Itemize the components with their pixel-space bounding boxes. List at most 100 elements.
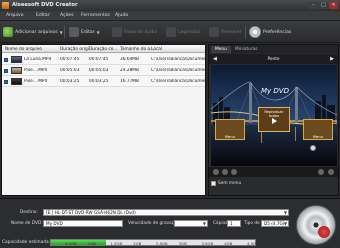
capacity-bar: 0.5GB 1GB 1.5GB 2GB 2.5GB 3GB 3.5GB 4GB 4.5GB [50, 239, 259, 246]
speed-label: Velocidade de gravação: [128, 221, 181, 226]
cut-duration: 00:05:03 [89, 68, 109, 73]
destination-value: [E:] HL-DT-ST DVD-RW GSA-H62N DL (Dvd) [46, 210, 136, 215]
file-size: 16.77MB [120, 79, 139, 84]
chevron-down-icon[interactable]: ▼ [284, 210, 287, 215]
row-checkbox[interactable] [4, 68, 8, 73]
audio-track-button[interactable]: Faixa de áudio [112, 25, 157, 39]
tab-thumbnails[interactable]: Miniaturas [231, 46, 262, 53]
volume-name-input[interactable]: My DVD [43, 220, 123, 227]
copies-stepper[interactable]: 1 [227, 220, 241, 227]
edit-label: Editar [81, 29, 95, 35]
menu-actions[interactable]: Ações [60, 13, 74, 18]
cut-duration: 00:07:45 [89, 57, 109, 62]
column-header-location[interactable]: Local [151, 47, 162, 52]
tab-menu[interactable]: Menu [211, 46, 231, 53]
audio-track-icon [112, 27, 122, 37]
menu-button-right[interactable]: Menu [303, 119, 333, 140]
destination-select[interactable]: [E:] HL-DT-ST DVD-RW GSA-H62N DL (Dvd) ▼ [43, 209, 289, 216]
capacity-tick-label: 2GB [133, 241, 142, 246]
column-header-name[interactable]: Nome do arquivo [5, 47, 42, 52]
subtitles-label: Legendas [178, 29, 201, 35]
subtitles-button[interactable]: Legendas [166, 25, 200, 39]
no-menu-checkbox[interactable] [211, 181, 216, 186]
next-template-icon[interactable]: ▶ [330, 56, 334, 62]
file-location: C:\Users\Bianca\Document... [151, 57, 205, 62]
chevron-down-icon[interactable]: ▼ [97, 30, 100, 35]
capacity-tick-label: 3.5GB [201, 241, 214, 246]
subtitle-icon [166, 27, 176, 37]
edit-button[interactable]: Editar ▼ [69, 25, 100, 39]
column-header-cut-duration[interactable]: Duração co... [89, 47, 117, 52]
table-row[interactable]: Pixe....MP4 00:05:03 00:05:03 24.28MB C:… [2, 65, 205, 76]
capacity-tick-label: 4GB [224, 241, 233, 246]
disc-type-select[interactable]: D5 (4.7G) ▼ [261, 220, 289, 227]
menu-button-center[interactable]: Reproduzir todos [258, 107, 290, 132]
capacity-fill [51, 240, 107, 245]
close-icon[interactable]: ✕ [329, 2, 338, 9]
play-icon[interactable] [213, 169, 219, 175]
capacity-tick-label: 1.5GB [110, 241, 123, 246]
menu-tools[interactable]: Ferramentas [81, 13, 110, 18]
video-thumbnail [11, 78, 22, 85]
menu-file[interactable]: Arquivo [6, 13, 24, 18]
preferences-label: Preferências [263, 29, 292, 35]
file-location: C:\Users\Bianca\Document... [151, 79, 205, 84]
menu-preview[interactable]: My DVD Menu Reproduzir todos Menu [211, 65, 337, 166]
add-files-button[interactable]: Adicionar arquivos ▼ [3, 25, 63, 39]
menu-button-label: Reproduzir todos [264, 110, 284, 118]
audio-track-label: Faixa de áudio [124, 29, 158, 35]
file-name: Pixe....MP4 [24, 68, 48, 73]
file-location: C:\Users\Bianca\Document... [151, 68, 205, 73]
chevron-down-icon[interactable]: ▼ [203, 221, 206, 226]
preferences-button[interactable]: Preferências [249, 25, 291, 39]
play-icon [272, 118, 277, 124]
burn-icon [318, 226, 330, 238]
menu-edit[interactable]: Editar [36, 13, 50, 18]
volume-icon[interactable] [231, 169, 237, 175]
orig-duration: 00:07:45 [60, 57, 80, 62]
speed-select[interactable]: ▼ [174, 220, 208, 227]
template-name: Ponte [267, 56, 280, 62]
table-row[interactable]: Pixe....MP4 00:03:25 00:03:25 16.77MB C:… [2, 76, 205, 87]
add-files-label: Adicionar arquivos [15, 29, 58, 35]
toolbar-divider [245, 26, 246, 38]
remove-icon [209, 27, 219, 37]
row-checkbox[interactable] [4, 57, 8, 62]
burn-settings: Destino: [E:] HL-DT-ST DVD-RW GSA-H62N D… [0, 198, 340, 248]
menu-help[interactable]: Ajuda [115, 13, 128, 18]
remove-button[interactable]: Remover [209, 25, 242, 39]
file-list-header: Nome do arquivo Duração origi... Duração… [2, 45, 205, 53]
table-row[interactable]: La Luna.MP4 00:07:45 00:07:45 36.64MB C:… [2, 54, 205, 65]
stop-icon[interactable] [222, 169, 228, 175]
menu-button-left[interactable]: Menu [215, 119, 245, 140]
row-checkbox[interactable] [4, 79, 8, 84]
video-thumbnail [11, 56, 22, 63]
add-file-icon [3, 27, 13, 37]
maximize-icon[interactable]: □ [319, 2, 328, 9]
cut-duration: 00:03:25 [89, 79, 109, 84]
menu-button-label: Menu [224, 134, 236, 139]
edit-icon [69, 27, 79, 37]
copies-value: 1 [230, 221, 233, 226]
file-size: 24.28MB [120, 68, 139, 73]
capacity-tick-label: 1GB [87, 241, 96, 246]
capacity-tick-label: 2.5GB [156, 241, 168, 246]
no-menu-option[interactable]: Sem menu [211, 181, 241, 186]
minimize-icon[interactable]: – [309, 2, 318, 9]
file-size: 36.64MB [120, 57, 139, 62]
window-title: Aiseesoft DVD Creator [12, 2, 78, 8]
settings-icon[interactable] [328, 169, 334, 175]
file-name: La Luna.MP4 [24, 57, 52, 62]
chevron-down-icon[interactable]: ▼ [284, 221, 287, 226]
chevron-down-icon[interactable]: ▼ [60, 30, 63, 35]
edit-menu-icon[interactable] [318, 169, 324, 175]
title-bar: Aiseesoft DVD Creator – □ ✕ [0, 0, 340, 11]
column-header-size[interactable]: Tamanho do a... [120, 47, 154, 52]
no-menu-label: Sem menu [218, 181, 242, 186]
burn-disc-button[interactable] [296, 205, 336, 245]
volume-label: Nome de DVD: [11, 221, 43, 226]
menu-panel: Menu Miniaturas ◀ Ponte ▶ My DVD Menu Re… [208, 44, 339, 196]
disc-type-value: D5 (4.7G) [264, 221, 285, 226]
toolbar: Adicionar arquivos ▼ Editar ▼ Faixa de á… [0, 21, 340, 43]
disc-title[interactable]: My DVD [261, 87, 289, 95]
